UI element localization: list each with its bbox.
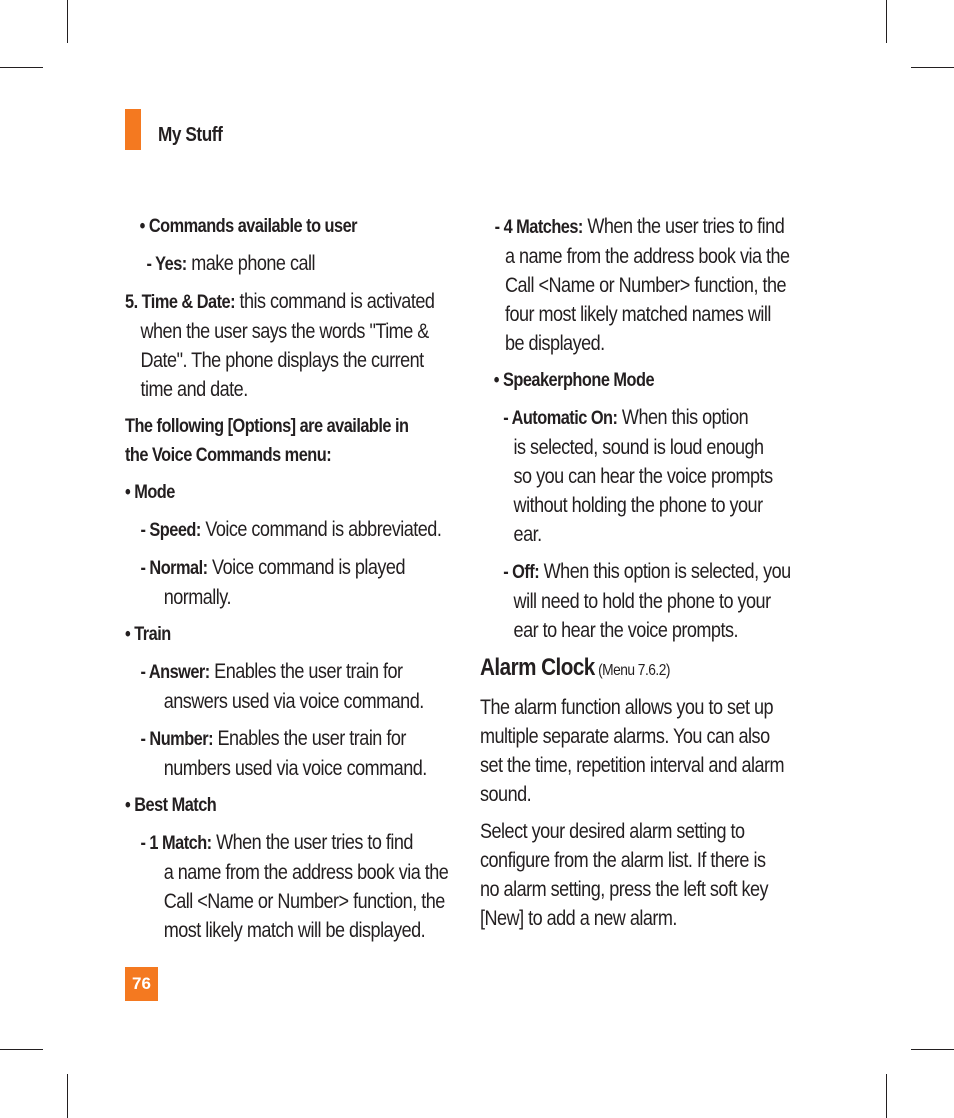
- match4-label: - 4 Matches:: [494, 217, 584, 238]
- text-line: The alarm function allows you to set up: [480, 696, 774, 719]
- text-line: so you can hear the voice prompts: [513, 465, 774, 488]
- text-line: Date". The phone displays the current: [140, 349, 424, 372]
- off-item: - Off: When this option is selected, you…: [480, 557, 791, 645]
- text-line: be displayed.: [504, 332, 605, 355]
- text-line: sound.: [480, 783, 532, 806]
- best-match-heading-text: Best Match: [134, 795, 217, 816]
- text-line: when the user says the words "Time &: [140, 320, 429, 343]
- right-column: - 4 Matches: When the user tries to find…: [480, 212, 825, 933]
- text-line: without holding the phone to your: [513, 494, 764, 517]
- text-line: Enables the user train for: [213, 727, 407, 750]
- text-line: Enables the user train for: [209, 660, 403, 683]
- item-number: 5.: [125, 292, 142, 313]
- speed-item: - Speed: Voice command is abbreviated.: [125, 515, 448, 545]
- text-line: four most likely matched names will: [504, 303, 771, 326]
- normal-item: - Normal: Voice command is played normal…: [125, 553, 448, 612]
- text-line: will need to hold the phone to your: [513, 590, 772, 613]
- number-item: - Number: Enables the user train for num…: [125, 724, 448, 783]
- time-date-item: 5. Time & Date: this command is activate…: [125, 287, 448, 404]
- text-line: a name from the address book via the: [504, 245, 790, 268]
- text-line: [New] to add a new alarm.: [480, 907, 677, 930]
- page-header-title: My Stuff: [158, 124, 223, 146]
- header-accent-bar: [125, 109, 141, 150]
- answer-label: - Answer:: [140, 662, 210, 683]
- text-line: a name from the address book via the: [163, 861, 449, 884]
- commands-heading: • Commands available to user: [139, 216, 358, 237]
- answer-item: - Answer: Enables the user train for ans…: [125, 657, 448, 716]
- mode-heading: • Mode: [125, 482, 175, 503]
- text-line: When the user tries to find: [582, 215, 785, 238]
- text-line: When this option: [617, 406, 749, 429]
- commands-heading-text: Commands available to user: [148, 216, 358, 237]
- speed-label: - Speed:: [140, 520, 201, 541]
- text-line: is selected, sound is loud enough: [513, 436, 765, 459]
- train-heading-text: Train: [134, 624, 171, 645]
- yes-text: make phone call: [186, 252, 315, 275]
- text-line: configure from the alarm list. If there …: [480, 849, 766, 872]
- crop-mark: [911, 67, 954, 68]
- text-line: The following [Options] are available in: [125, 416, 409, 437]
- match1-label: - 1 Match:: [140, 833, 212, 854]
- alarm-paragraph-2: Select your desired alarm setting to con…: [480, 817, 791, 933]
- text-line: ear.: [513, 523, 543, 546]
- match4-item: - 4 Matches: When the user tries to find…: [480, 212, 791, 358]
- text-line: normally.: [163, 586, 232, 609]
- train-heading: • Train: [125, 624, 171, 645]
- alarm-clock-title: Alarm Clock: [480, 654, 595, 681]
- time-date-label: Time & Date:: [141, 292, 236, 313]
- crop-mark: [67, 1074, 68, 1118]
- speed-text: Voice command is abbreviated.: [200, 518, 442, 541]
- crop-mark: [886, 1074, 887, 1118]
- text-line: answers used via voice command.: [163, 690, 425, 713]
- number-label: - Number:: [140, 729, 214, 750]
- text-line: set the time, repetition interval and al…: [480, 754, 785, 777]
- left-column: • Commands available to user - Yes: make…: [125, 212, 470, 945]
- crop-mark: [911, 1049, 954, 1050]
- yes-label: - Yes:: [146, 254, 188, 275]
- text-line: no alarm setting, press the left soft ke…: [480, 878, 769, 901]
- page-number-badge: 76: [125, 967, 158, 1001]
- off-label: - Off:: [503, 562, 540, 583]
- text-line: Select your desired alarm setting to: [480, 820, 745, 843]
- text-line: time and date.: [140, 378, 248, 401]
- crop-mark: [0, 67, 43, 68]
- crop-mark: [886, 0, 887, 43]
- match1-item: - 1 Match: When the user tries to find a…: [125, 828, 448, 945]
- crop-mark: [67, 0, 68, 43]
- text-line: When this option is selected, you: [539, 560, 792, 583]
- yes-item: - Yes: make phone call: [125, 249, 448, 279]
- text-line: Call <Name or Number> function, the: [163, 890, 446, 913]
- text-line: When the user tries to find: [211, 831, 413, 854]
- text-line: most likely match will be displayed.: [163, 919, 426, 942]
- automatic-on-label: - Automatic On:: [503, 408, 618, 429]
- text-line: Call <Name or Number> function, the: [504, 274, 787, 297]
- best-match-heading: • Best Match: [125, 795, 217, 816]
- mode-heading-text: Mode: [134, 482, 175, 503]
- alarm-paragraph-1: The alarm function allows you to set up …: [480, 693, 791, 809]
- alarm-clock-heading: Alarm Clock (Menu 7.6.2): [480, 653, 791, 685]
- text-line: this command is activated: [235, 290, 435, 313]
- automatic-on-item: - Automatic On: When this option is sele…: [480, 403, 791, 549]
- text-line: Voice command is played: [207, 556, 405, 579]
- alarm-menu-path: (Menu 7.6.2): [594, 662, 670, 679]
- crop-mark: [0, 1049, 43, 1050]
- options-heading: The following [Options] are available in…: [125, 412, 448, 470]
- text-line: multiple separate alarms. You can also: [480, 725, 770, 748]
- text-line: the Voice Commands menu:: [125, 445, 332, 466]
- text-line: ear to hear the voice prompts.: [513, 619, 739, 642]
- normal-label: - Normal:: [140, 558, 208, 579]
- text-line: numbers used via voice command.: [163, 757, 428, 780]
- speakerphone-heading-text: Speakerphone Mode: [502, 370, 655, 391]
- speakerphone-heading: • Speakerphone Mode: [493, 370, 655, 391]
